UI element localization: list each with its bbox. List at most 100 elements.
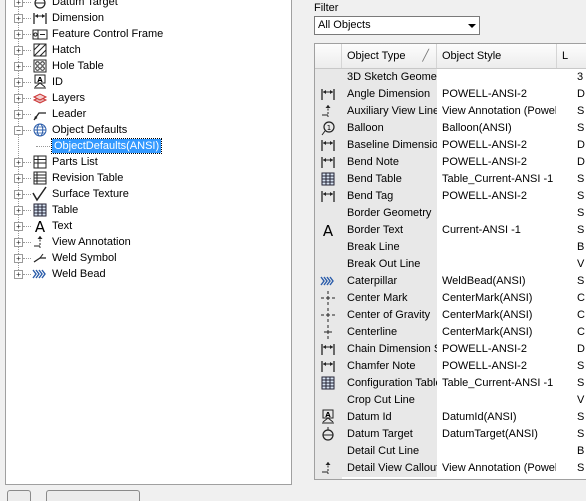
tree-item[interactable]: + Parts List xyxy=(6,154,291,170)
object-style-cell[interactable]: Table_Current-ANSI -1 xyxy=(442,173,556,185)
tree-item[interactable]: + Hatch xyxy=(6,42,291,58)
table-row[interactable]: Chain Dimension Se POWELL-ANSI-2 D xyxy=(315,341,586,358)
expand-toggle-icon[interactable]: + xyxy=(14,254,23,263)
table-row[interactable]: Break Line B xyxy=(315,239,586,256)
tree-item[interactable]: + Weld Symbol xyxy=(6,250,291,266)
object-style-cell[interactable]: CenterMark(ANSI) xyxy=(442,292,556,304)
table-row[interactable]: Configuration Table Table_Current-ANSI -1… xyxy=(315,375,586,392)
object-style-cell[interactable]: POWELL-ANSI-2 xyxy=(442,343,556,355)
layer-cell: S xyxy=(577,105,585,117)
tree-item[interactable]: + A ID xyxy=(6,74,291,90)
table-row[interactable]: Baseline Dimension POWELL-ANSI-2 D xyxy=(315,137,586,154)
table-row[interactable]: Bend Note POWELL-ANSI-2 D xyxy=(315,154,586,171)
table-row[interactable]: Bend Tag POWELL-ANSI-2 S xyxy=(315,188,586,205)
tree-item-label: Weld Bead xyxy=(52,268,106,280)
table-row[interactable]: Detail View Callout View Annotation (Powe… xyxy=(315,460,586,477)
tree-item[interactable]: ObjectDefaults(ANSI) xyxy=(6,138,291,154)
tree-item[interactable]: + Surface Texture xyxy=(6,186,291,202)
table-row[interactable]: Caterpillar WeldBead(ANSI) S xyxy=(315,273,586,290)
object-style-cell[interactable]: POWELL-ANSI-2 xyxy=(442,156,556,168)
id-icon: A xyxy=(320,409,337,426)
layer-cell: S xyxy=(577,190,585,202)
object-style-cell[interactable]: POWELL-ANSI-2 xyxy=(442,139,556,151)
table-row[interactable]: Chamfer Note POWELL-ANSI-2 S xyxy=(315,358,586,375)
table-row[interactable]: Detail Cut Line B xyxy=(315,443,586,460)
table-row[interactable]: Center of Gravity CenterMark(ANSI) C xyxy=(315,307,586,324)
object-style-cell[interactable]: CenterMark(ANSI) xyxy=(442,326,556,338)
tree-item[interactable]: + Leader xyxy=(6,106,291,122)
table-row[interactable]: Crop Cut Line V xyxy=(315,392,586,409)
column-header-layer[interactable]: L xyxy=(557,44,586,68)
partial-button[interactable] xyxy=(7,490,31,501)
partial-button[interactable] xyxy=(46,490,140,501)
table-row[interactable]: Auxiliary View Line View Annotation (Powe… xyxy=(315,103,586,120)
object-style-cell[interactable]: POWELL-ANSI-2 xyxy=(442,190,556,202)
expand-toggle-icon[interactable]: + xyxy=(14,222,23,231)
expand-toggle-icon[interactable]: + xyxy=(14,270,23,279)
table-row[interactable]: A Datum Id DatumId(ANSI) S xyxy=(315,409,586,426)
expand-toggle-icon[interactable]: + xyxy=(14,0,23,7)
expand-toggle-icon[interactable]: + xyxy=(14,46,23,55)
table-row[interactable]: Centerline CenterMark(ANSI) C xyxy=(315,324,586,341)
tree-item[interactable]: + Revision Table xyxy=(6,170,291,186)
object-style-cell[interactable]: Balloon(ANSI) xyxy=(442,122,556,134)
column-header-object-style[interactable]: Object Style xyxy=(437,44,557,68)
object-style-cell[interactable]: WeldBead(ANSI) xyxy=(442,275,556,287)
column-header-object-type[interactable]: Object Type ╱ xyxy=(342,44,437,68)
table-row[interactable]: Angle Dimension POWELL-ANSI-2 D xyxy=(315,86,586,103)
table-row[interactable]: 3D Sketch Geometr 3 xyxy=(315,69,586,86)
object-style-cell[interactable]: POWELL-ANSI-2 xyxy=(442,88,556,100)
expand-toggle-icon[interactable]: + xyxy=(14,110,23,119)
object-style-cell[interactable]: DatumId(ANSI) xyxy=(442,411,556,423)
chevron-down-icon[interactable] xyxy=(468,24,476,28)
tree-connector-line xyxy=(23,194,31,195)
globe-icon xyxy=(32,122,48,138)
expand-toggle-icon[interactable]: + xyxy=(14,190,23,199)
tree-item[interactable]: − Object Defaults xyxy=(6,122,291,138)
expand-toggle-icon[interactable]: + xyxy=(14,238,23,247)
object-style-cell[interactable]: DatumTarget(ANSI) xyxy=(442,428,556,440)
object-defaults-grid[interactable]: Object Type ╱ Object Style L 3D Sketch G… xyxy=(314,43,586,480)
table-row[interactable]: Datum Target DatumTarget(ANSI) S xyxy=(315,426,586,443)
tree-item[interactable]: + Table xyxy=(6,202,291,218)
tree-item[interactable]: + Weld Bead xyxy=(6,266,291,282)
filter-dropdown[interactable]: All Objects xyxy=(314,16,480,35)
layer-cell: V xyxy=(577,258,585,270)
tree-item[interactable]: + Datum Target xyxy=(6,0,291,10)
object-style-cell[interactable]: Current-ANSI -1 xyxy=(442,224,556,236)
text-icon: A xyxy=(320,222,337,239)
svg-text:A: A xyxy=(323,222,334,238)
expand-toggle-icon[interactable]: + xyxy=(14,30,23,39)
tree-item[interactable]: + Hole Table xyxy=(6,58,291,74)
layer-cell: B xyxy=(577,445,585,457)
tree-item[interactable]: + View Annotation xyxy=(6,234,291,250)
expand-toggle-icon[interactable]: + xyxy=(14,158,23,167)
object-style-cell[interactable]: View Annotation (Powell) xyxy=(442,462,556,474)
weld-bead-icon xyxy=(320,273,337,290)
table-row[interactable]: A Border Text Current-ANSI -1 S xyxy=(315,222,586,239)
expand-toggle-icon[interactable]: + xyxy=(14,14,23,23)
collapse-toggle-icon[interactable]: − xyxy=(14,126,23,135)
style-tree-panel[interactable]: + Datum Target + Dimension + Feature Control … xyxy=(5,0,292,485)
expand-toggle-icon[interactable]: + xyxy=(14,78,23,87)
table-row[interactable]: Bend Table Table_Current-ANSI -1 S xyxy=(315,171,586,188)
object-style-cell[interactable]: POWELL-ANSI-2 xyxy=(442,360,556,372)
object-style-cell[interactable]: CenterMark(ANSI) xyxy=(442,309,556,321)
expand-toggle-icon[interactable]: + xyxy=(14,94,23,103)
tree-item[interactable]: + A Text xyxy=(6,218,291,234)
tree-item[interactable]: + Layers xyxy=(6,90,291,106)
expand-toggle-icon[interactable]: + xyxy=(14,206,23,215)
tree-item[interactable]: + Dimension xyxy=(6,10,291,26)
dimension-icon xyxy=(320,137,337,154)
object-style-cell[interactable]: View Annotation (Powell) xyxy=(442,105,556,117)
object-type-cell: Break Line xyxy=(347,241,400,253)
object-style-cell[interactable]: Table_Current-ANSI -1 xyxy=(442,377,556,389)
table-row[interactable]: Border Geometry S xyxy=(315,205,586,222)
expand-toggle-icon[interactable]: + xyxy=(14,174,23,183)
table-row[interactable]: 1 Balloon Balloon(ANSI) S xyxy=(315,120,586,137)
table-row[interactable]: Center Mark CenterMark(ANSI) C xyxy=(315,290,586,307)
tree-item[interactable]: + Feature Control Frame xyxy=(6,26,291,42)
expand-toggle-icon[interactable]: + xyxy=(14,62,23,71)
view-annotation-icon xyxy=(32,234,48,250)
table-row[interactable]: Break Out Line V xyxy=(315,256,586,273)
